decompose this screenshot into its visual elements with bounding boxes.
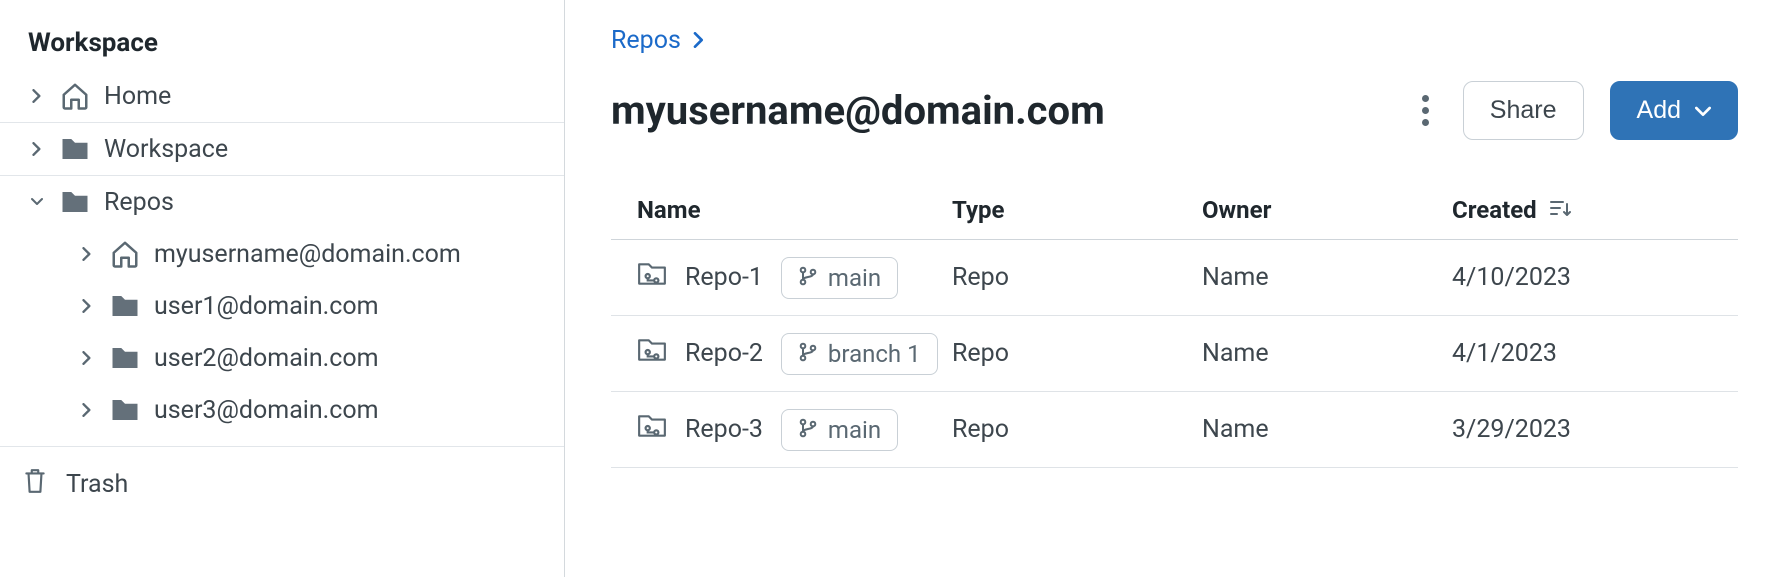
cell-name: Repo-3 main	[637, 409, 952, 451]
sidebar: Workspace Home Workspace Repos myusernam…	[0, 0, 565, 577]
repo-icon	[637, 261, 667, 294]
chevron-right-icon[interactable]	[78, 247, 96, 261]
cell-type: Repo	[952, 339, 1202, 368]
sidebar-item-label: user2@domain.com	[154, 344, 379, 373]
sort-icon	[1549, 196, 1571, 224]
repo-icon	[637, 337, 667, 370]
add-button[interactable]: Add	[1610, 81, 1738, 140]
sidebar-item-repo-user[interactable]: user1@domain.com	[0, 280, 564, 332]
button-label: Add	[1637, 96, 1681, 125]
chevron-right-icon	[693, 26, 705, 55]
table-row[interactable]: Repo-3 main Repo Name 3/29/2023	[611, 392, 1738, 468]
branch-icon	[798, 416, 818, 444]
sidebar-item-home[interactable]: Home	[0, 70, 564, 122]
table-header: Name Type Owner Created	[611, 180, 1738, 240]
repo-table: Name Type Owner Created Repo-1 main Repo…	[611, 180, 1738, 468]
branch-label: main	[828, 264, 881, 292]
repo-name[interactable]: Repo-1	[685, 263, 763, 292]
cell-created: 4/1/2023	[1452, 339, 1712, 368]
cell-created: 4/10/2023	[1452, 263, 1712, 292]
folder-icon	[60, 134, 90, 164]
branch-chip[interactable]: main	[781, 409, 898, 451]
sidebar-item-repo-user[interactable]: user2@domain.com	[0, 332, 564, 384]
sidebar-item-label: user1@domain.com	[154, 292, 379, 321]
sidebar-item-label: user3@domain.com	[154, 396, 379, 425]
repo-icon	[637, 413, 667, 446]
sidebar-item-label: Home	[104, 82, 171, 111]
chevron-right-icon[interactable]	[28, 142, 46, 156]
folder-icon	[60, 187, 90, 217]
branch-chip[interactable]: branch 1	[781, 333, 938, 375]
branch-label: branch 1	[828, 340, 921, 368]
chevron-right-icon[interactable]	[78, 403, 96, 417]
branch-chip[interactable]: main	[781, 257, 898, 299]
chevron-right-icon[interactable]	[28, 89, 46, 103]
sidebar-item-repos[interactable]: Repos	[0, 176, 564, 228]
sidebar-item-label: Trash	[66, 470, 128, 499]
share-button[interactable]: Share	[1463, 81, 1584, 140]
folder-icon	[110, 395, 140, 425]
sidebar-header: Workspace	[0, 0, 564, 70]
table-row[interactable]: Repo-2 branch 1 Repo Name 4/1/2023	[611, 316, 1738, 392]
breadcrumb: Repos	[611, 26, 1738, 55]
cell-name: Repo-2 branch 1	[637, 333, 952, 375]
table-row[interactable]: Repo-1 main Repo Name 4/10/2023	[611, 240, 1738, 316]
branch-icon	[798, 340, 818, 368]
cell-owner: Name	[1202, 263, 1452, 292]
chevron-down-icon	[1695, 96, 1711, 125]
folder-icon	[110, 291, 140, 321]
cell-type: Repo	[952, 263, 1202, 292]
chevron-down-icon[interactable]	[28, 195, 46, 209]
kebab-menu-button[interactable]	[1414, 87, 1437, 134]
cell-owner: Name	[1202, 415, 1452, 444]
title-row: myusername@domain.com Share Add	[611, 81, 1738, 140]
sidebar-item-label: Repos	[104, 188, 174, 217]
breadcrumb-link-repos[interactable]: Repos	[611, 26, 681, 55]
sidebar-item-label: Workspace	[104, 135, 228, 164]
chevron-right-icon[interactable]	[78, 299, 96, 313]
repo-name[interactable]: Repo-3	[685, 415, 763, 444]
cell-name: Repo-1 main	[637, 257, 952, 299]
folder-icon	[110, 343, 140, 373]
sidebar-item-repo-user[interactable]: myusername@domain.com	[0, 228, 564, 280]
cell-owner: Name	[1202, 339, 1452, 368]
th-name[interactable]: Name	[637, 196, 952, 224]
branch-icon	[798, 264, 818, 292]
home-icon	[110, 239, 140, 269]
sidebar-item-label: myusername@domain.com	[154, 240, 461, 269]
sidebar-item-workspace[interactable]: Workspace	[0, 123, 564, 175]
repo-name[interactable]: Repo-2	[685, 339, 763, 368]
main-content: Repos myusername@domain.com Share Add Na…	[565, 0, 1780, 577]
button-label: Share	[1490, 96, 1557, 125]
branch-label: main	[828, 416, 881, 444]
sidebar-item-repo-user[interactable]: user3@domain.com	[0, 384, 564, 436]
home-icon	[60, 81, 90, 111]
th-created-label: Created	[1452, 196, 1537, 224]
th-created[interactable]: Created	[1452, 196, 1712, 224]
th-type[interactable]: Type	[952, 196, 1202, 224]
sidebar-item-trash[interactable]: Trash	[0, 447, 564, 522]
chevron-right-icon[interactable]	[78, 351, 96, 365]
trash-icon	[22, 467, 48, 502]
title-actions: Share Add	[1414, 81, 1738, 140]
cell-created: 3/29/2023	[1452, 415, 1712, 444]
cell-type: Repo	[952, 415, 1202, 444]
page-title: myusername@domain.com	[611, 87, 1105, 134]
th-owner[interactable]: Owner	[1202, 196, 1452, 224]
